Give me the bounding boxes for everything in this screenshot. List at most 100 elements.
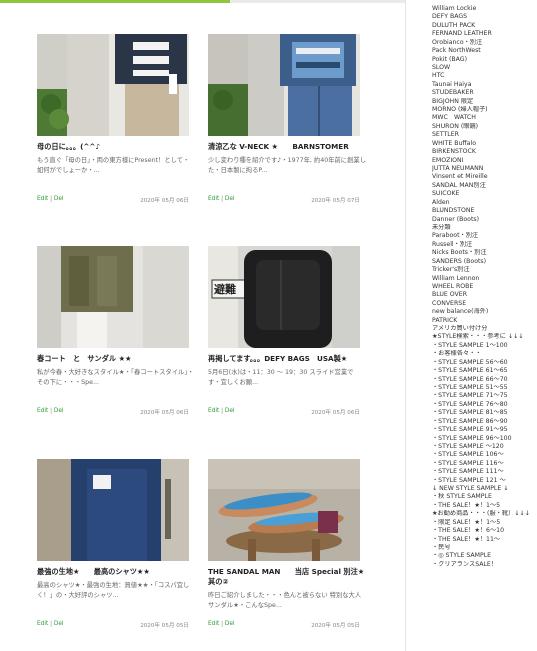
post-thumbnail[interactable] — [37, 34, 189, 136]
edit-link[interactable]: Edit — [37, 408, 48, 414]
sidebar-category-link[interactable]: new balance(海外) — [432, 308, 537, 316]
post-title[interactable]: 母の日に。。。(^^♪ — [37, 142, 197, 152]
sidebar-category-link[interactable]: BIRKENSTOCK — [432, 148, 537, 156]
sidebar-category-link[interactable]: SHURON (眼鏡) — [432, 123, 537, 131]
post-title[interactable]: 春コート と サンダル ★★ — [37, 354, 197, 364]
sidebar-category-link[interactable]: ↓ NEW STYLE SAMPLE ↓ — [432, 485, 537, 493]
sidebar-category-link[interactable]: HTC — [432, 72, 537, 80]
sidebar-category-link[interactable]: EMOZIONI — [432, 157, 537, 165]
sidebar-category-link[interactable]: Orobianco・別注 — [432, 39, 537, 47]
post-thumbnail[interactable] — [208, 34, 360, 136]
sidebar-category-link[interactable]: Taunai Haiya — [432, 81, 537, 89]
sidebar-category-link[interactable]: Pokit (BAG) — [432, 56, 537, 64]
sidebar-category-link[interactable]: FERNAND LEATHER — [432, 30, 537, 38]
post-title[interactable]: 再掲してます。。。DEFY BAGS USA製★ — [208, 354, 368, 364]
sidebar-category-link[interactable]: ★STYLE検索・・・参考に ↓↓↓ — [432, 333, 537, 341]
sidebar-category-link[interactable]: ・◎ STYLE SAMPLE — [432, 552, 537, 560]
sidebar-category-link[interactable]: SANDAL MAN別注 — [432, 182, 537, 190]
sidebar-category-link[interactable]: Vinsent et Mireille — [432, 173, 537, 181]
sidebar-category-link[interactable]: ・STYLE SAMPLE 66～70 — [432, 376, 537, 384]
edit-link[interactable]: Edit — [37, 621, 48, 627]
delete-link[interactable]: Del — [225, 408, 235, 414]
sidebar-category-link[interactable]: SUICOKE — [432, 190, 537, 198]
sidebar-category-link[interactable]: STUDEBAKER — [432, 89, 537, 97]
sidebar-category-link[interactable]: ・お客様各々・・ — [432, 350, 537, 358]
sidebar-category-link[interactable]: Pack NorthWest — [432, 47, 537, 55]
sidebar-category-link[interactable]: WHITE Buffalo — [432, 140, 537, 148]
sidebar-category-link[interactable]: CONVERSE — [432, 300, 537, 308]
post-excerpt: もう直ぐ「母の日」・両の東方様にPresent！として・如何がでしょーか・... — [37, 157, 190, 174]
sidebar-category-link[interactable]: ・限定 SALE！★！1～5 — [432, 519, 537, 527]
sidebar-category-link[interactable]: WHEEL ROBE — [432, 283, 537, 291]
sidebar-category-link[interactable]: DULUTH PACK — [432, 22, 537, 30]
sidebar-category-link[interactable]: ・STYLE SAMPLE 121 ～ — [432, 477, 537, 485]
separator: | — [50, 408, 53, 414]
post-excerpt: 5月6日(水)は・11：30 ～ 19：30 スライド営業です・宜しくお願... — [208, 369, 354, 386]
sidebar-category-link[interactable]: ・THE SALE！★！11～ — [432, 536, 537, 544]
delete-link[interactable]: Del — [54, 621, 64, 627]
sidebar-category-link[interactable]: BIGJOHN 限定 — [432, 98, 537, 106]
sidebar-category-link[interactable]: ・STYLE SAMPLE 106～ — [432, 451, 537, 459]
delete-link[interactable]: Del — [225, 196, 235, 202]
sidebar-category-link[interactable]: William Lockie — [432, 5, 537, 13]
post-title[interactable]: THE SANDAL MAN 当店 Special 別注★其の② — [208, 567, 368, 587]
sidebar-category-link[interactable]: Alden — [432, 199, 537, 207]
sidebar-category-link[interactable]: ・クリアランスSALE！ — [432, 561, 537, 569]
sidebar-category-link[interactable]: ・STYLE SAMPLE 61～65 — [432, 367, 537, 375]
sidebar-category-link[interactable]: アメリカ買い付け分 — [432, 325, 537, 333]
sidebar-category-link[interactable]: MORNO (婦人帽子) — [432, 106, 537, 114]
sidebar-category-link[interactable]: ★お勧め商品・・・(服・靴）↓↓↓ — [432, 510, 537, 518]
sidebar-category-link[interactable]: ・THE SALE！★！6～10 — [432, 527, 537, 535]
sidebar-category-link[interactable]: ・民号 — [432, 544, 537, 552]
post-thumbnail[interactable] — [37, 246, 189, 348]
sidebar-category-link[interactable]: Danner (Boots) — [432, 216, 537, 224]
sidebar-category-link[interactable]: ・STYLE SAMPLE 96～100 — [432, 435, 537, 443]
sidebar-category-link[interactable]: ・STYLE SAMPLE 86～90 — [432, 418, 537, 426]
delete-link[interactable]: Del — [54, 196, 64, 202]
sidebar-category-link[interactable]: ・STYLE SAMPLE ～120 — [432, 443, 537, 451]
sidebar-category-link[interactable]: Tricker's別注 — [432, 266, 537, 274]
post-thumbnail[interactable] — [37, 459, 189, 561]
sidebar-category-link[interactable]: ・STYLE SAMPLE 1～100 — [432, 342, 537, 350]
sidebar-category-link[interactable]: ・STYLE SAMPLE 56～60 — [432, 359, 537, 367]
sidebar-category-link[interactable]: SETTLER — [432, 131, 537, 139]
post-actions: Edit | Del — [208, 621, 235, 627]
sidebar-category-link[interactable]: ・STYLE SAMPLE 76～80 — [432, 401, 537, 409]
sidebar-category-link[interactable]: ・STYLE SAMPLE 71～75 — [432, 392, 537, 400]
delete-link[interactable]: Del — [225, 621, 235, 627]
post-thumbnail[interactable] — [208, 459, 360, 561]
post-date: 2020年 05月 06日 — [311, 410, 360, 416]
sidebar-category-link[interactable]: William Lennon — [432, 275, 537, 283]
sidebar-category-link[interactable]: PATRICK — [432, 317, 537, 325]
sidebar-category-link[interactable]: DEFY BAGS — [432, 13, 537, 21]
edit-link[interactable]: Edit — [37, 196, 48, 202]
sidebar-category-link[interactable]: ・STYLE SAMPLE 91～95 — [432, 426, 537, 434]
post-title[interactable]: 清涼乙な V-NECK ★ BARNSTOMER — [208, 142, 368, 152]
sidebar-category-link[interactable]: BLUE OVER — [432, 291, 537, 299]
sidebar-category-link[interactable]: Nicks Boots・別注 — [432, 249, 537, 257]
sidebar-category-link[interactable]: JUTTA NEUMANN — [432, 165, 537, 173]
sidebar-category-link[interactable]: Paraboot・別注 — [432, 232, 537, 240]
post-thumbnail[interactable]: 避難 — [208, 246, 360, 348]
sidebar-category-link[interactable]: SLOW — [432, 64, 537, 72]
post-title[interactable]: 最強の生地★ 最高のシャツ★★ — [37, 567, 197, 577]
edit-link[interactable]: Edit — [208, 621, 219, 627]
sidebar-category-link[interactable]: SANDERS (Boots) — [432, 258, 537, 266]
post-excerpt: 少し変わり種を紹介です♪・1977年, 約40年前に創業した・日本製に拘るP..… — [208, 157, 366, 174]
sidebar-category-link[interactable]: ・STYLE SAMPLE 51～55 — [432, 384, 537, 392]
sidebar-category-link[interactable]: ・THE SALE！★！1～5 — [432, 502, 537, 510]
sidebar-category-link[interactable]: MWC WATCH — [432, 114, 537, 122]
sidebar-category-link[interactable]: Russell・別注 — [432, 241, 537, 249]
category-sidebar: William Lockie DEFY BAGS DULUTH PACK FERNAN… — [432, 5, 537, 569]
post-actions: Edit | Del — [208, 196, 235, 202]
sidebar-category-link[interactable]: ・STYLE SAMPLE 116～ — [432, 460, 537, 468]
sidebar-category-link[interactable]: ・秋 STYLE SAMPLE — [432, 493, 537, 501]
sidebar-category-link[interactable]: 未分類 — [432, 224, 537, 232]
post-grid: 母の日に。。。(^^♪ もう直ぐ「母の日」・両の東方様にPresent！として・… — [0, 0, 405, 651]
edit-link[interactable]: Edit — [208, 196, 219, 202]
sidebar-category-link[interactable]: BLUNDSTONE — [432, 207, 537, 215]
delete-link[interactable]: Del — [54, 408, 64, 414]
edit-link[interactable]: Edit — [208, 408, 219, 414]
sidebar-category-link[interactable]: ・STYLE SAMPLE 81～85 — [432, 409, 537, 417]
sidebar-category-link[interactable]: ・STYLE SAMPLE 111～ — [432, 468, 537, 476]
